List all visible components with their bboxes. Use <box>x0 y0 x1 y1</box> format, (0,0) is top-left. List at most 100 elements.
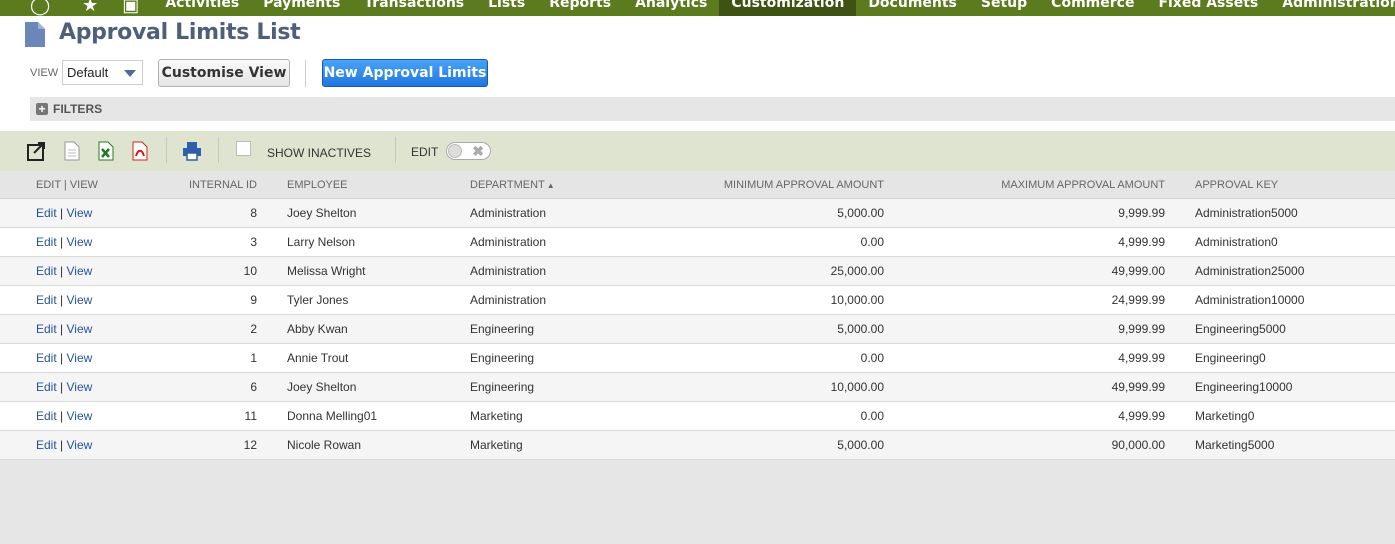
nav-item-transactions[interactable]: Transactions <box>352 0 476 16</box>
show-inactives-checkbox[interactable] <box>236 141 251 156</box>
filters-bar[interactable]: + FILTERS <box>30 97 1395 121</box>
expand-plus-icon[interactable]: + <box>36 103 48 115</box>
export-icon[interactable] <box>27 141 47 161</box>
cell-min-amount: 5,000.00 <box>837 206 884 220</box>
edit-link[interactable]: Edit <box>36 409 57 423</box>
approval-limits-table: EDIT | VIEW INTERNAL ID EMPLOYEE DEPARTM… <box>0 171 1395 460</box>
nav-item-customization[interactable]: Customization <box>719 0 857 16</box>
link-separator: | <box>56 380 67 394</box>
csv-file-icon[interactable] <box>62 141 82 161</box>
cell-employee: Joey Shelton <box>287 380 357 394</box>
nav-item-fixed-assets[interactable]: Fixed Assets <box>1146 0 1270 16</box>
cell-internal-id: 11 <box>244 409 257 423</box>
nav-item-lists[interactable]: Lists <box>476 0 537 16</box>
edit-link[interactable]: Edit <box>36 206 57 220</box>
header-department-label: DEPARTMENT <box>470 179 545 191</box>
nav-item-payments[interactable]: Payments <box>251 0 352 16</box>
cell-approval-key: Engineering10000 <box>1195 380 1293 394</box>
cell-approval-key: Engineering5000 <box>1195 322 1286 336</box>
globe-icon[interactable]: ◯ <box>30 0 50 16</box>
edit-view-links: Edit | View <box>36 409 92 423</box>
nav-item-analytics[interactable]: Analytics <box>623 0 719 16</box>
cell-employee: Larry Nelson <box>287 235 356 249</box>
cell-max-amount: 4,999.99 <box>1118 409 1165 423</box>
top-navigation: ◯ ★ ▣ Activities Payments Transactions List… <box>0 0 1395 16</box>
home-icon[interactable]: ▣ <box>122 0 139 16</box>
cell-approval-key: Administration0 <box>1195 235 1278 249</box>
cell-employee: Nicole Rowan <box>287 438 362 452</box>
document-icon <box>25 22 45 47</box>
nav-item-activities[interactable]: Activities <box>153 0 251 16</box>
edit-link[interactable]: Edit <box>36 264 57 278</box>
view-link[interactable]: View <box>66 206 92 220</box>
cell-internal-id: 12 <box>243 438 257 452</box>
cell-employee: Tyler Jones <box>287 293 349 307</box>
link-separator: | <box>56 293 67 307</box>
cell-min-amount: 10,000.00 <box>830 293 884 307</box>
edit-link[interactable]: Edit <box>36 293 57 307</box>
view-select-value: Default <box>67 65 109 80</box>
star-icon[interactable]: ★ <box>82 0 98 16</box>
nav-item-reports[interactable]: Reports <box>537 0 623 16</box>
page-title: Approval Limits List <box>59 20 301 45</box>
edit-link[interactable]: Edit <box>36 235 57 249</box>
cell-min-amount: 5,000.00 <box>837 322 884 336</box>
nav-item-documents[interactable]: Documents <box>856 0 969 16</box>
cell-approval-key: Marketing0 <box>1195 409 1255 423</box>
table-header-row: EDIT | VIEW INTERNAL ID EMPLOYEE DEPARTM… <box>0 171 1395 199</box>
edit-mode-toggle[interactable]: ✖ <box>446 142 491 160</box>
edit-view-links: Edit | View <box>36 438 92 452</box>
header-department[interactable]: DEPARTMENT ▲ <box>470 179 555 191</box>
cell-min-amount: 10,000.00 <box>830 380 884 394</box>
header-approval-key[interactable]: APPROVAL KEY <box>1195 179 1278 191</box>
cell-internal-id: 2 <box>250 322 257 336</box>
table-row: Edit | View 11 Donna Melling01 Marketing 0.0… <box>0 402 1395 431</box>
cell-employee: Donna Melling01 <box>287 409 378 423</box>
cell-max-amount: 4,999.99 <box>1118 235 1165 249</box>
cell-internal-id: 6 <box>250 380 257 394</box>
header-employee[interactable]: EMPLOYEE <box>287 179 348 191</box>
edit-view-links: Edit | View <box>36 264 92 278</box>
customise-view-button[interactable]: Customise View <box>158 59 290 87</box>
print-icon[interactable] <box>182 141 202 161</box>
view-link[interactable]: View <box>66 380 92 394</box>
pdf-file-icon[interactable] <box>130 141 150 161</box>
view-link[interactable]: View <box>66 293 92 307</box>
new-approval-limits-button[interactable]: New Approval Limits <box>322 59 488 87</box>
toolbar-divider <box>395 137 396 163</box>
view-link[interactable]: View <box>66 351 92 365</box>
cell-internal-id: 3 <box>250 235 257 249</box>
nav-item-setup[interactable]: Setup <box>969 0 1039 16</box>
cell-department: Marketing <box>470 409 523 423</box>
link-separator: | <box>56 264 67 278</box>
view-link[interactable]: View <box>66 322 92 336</box>
view-link[interactable]: View <box>66 235 92 249</box>
view-link[interactable]: View <box>66 264 92 278</box>
edit-link[interactable]: Edit <box>36 322 57 336</box>
edit-link[interactable]: Edit <box>36 380 57 394</box>
cell-department: Marketing <box>470 438 523 452</box>
link-separator: | <box>56 206 67 220</box>
header-internal-id[interactable]: INTERNAL ID <box>189 179 257 191</box>
excel-file-icon[interactable] <box>96 141 116 161</box>
header-max-amount[interactable]: MAXIMUM APPROVAL AMOUNT <box>1001 179 1165 191</box>
nav-item-commerce[interactable]: Commerce <box>1039 0 1146 16</box>
table-row: Edit | View 8 Joey Shelton Administration 5,… <box>0 199 1395 228</box>
header-min-amount[interactable]: MINIMUM APPROVAL AMOUNT <box>724 179 884 191</box>
edit-view-links: Edit | View <box>36 322 92 336</box>
table-row: Edit | View 10 Melissa Wright Administratio… <box>0 257 1395 286</box>
cell-min-amount: 5,000.00 <box>837 438 884 452</box>
page-header: Approval Limits List VIEW Default Custom… <box>0 16 1395 131</box>
cell-employee: Joey Shelton <box>287 206 357 220</box>
view-select[interactable]: Default <box>62 60 143 85</box>
cell-department: Administration <box>470 264 547 278</box>
edit-mode-label: EDIT <box>411 145 439 159</box>
view-link[interactable]: View <box>66 438 92 452</box>
cell-approval-key: Marketing5000 <box>1195 438 1275 452</box>
nav-item-administration-and-controls[interactable]: Administration and Controls <box>1270 0 1395 16</box>
edit-link[interactable]: Edit <box>36 351 57 365</box>
edit-link[interactable]: Edit <box>36 438 57 452</box>
cell-max-amount: 9,999.99 <box>1118 322 1165 336</box>
link-separator: | <box>56 322 67 336</box>
view-link[interactable]: View <box>66 409 92 423</box>
